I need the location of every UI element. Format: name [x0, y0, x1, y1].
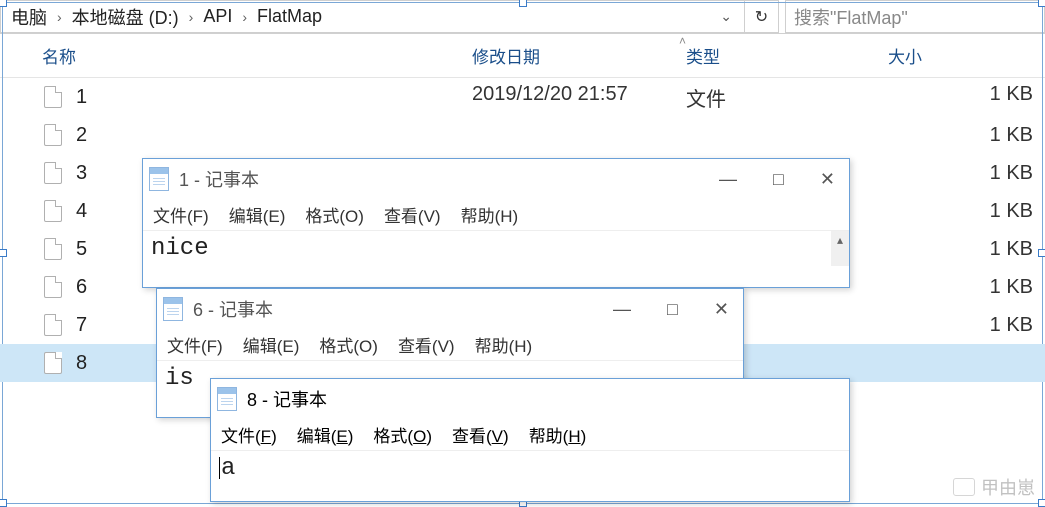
- menu-edit[interactable]: 编辑(E): [243, 332, 300, 357]
- file-size: 1 KB: [888, 238, 1045, 261]
- refresh-button[interactable]: ↻: [745, 0, 779, 33]
- file-name: 1: [76, 86, 87, 109]
- menubar: 文件(F) 编辑(E) 格式(O) 查看(V) 帮助(H): [157, 329, 743, 361]
- menu-file[interactable]: 文件(F): [167, 332, 223, 357]
- file-size: 1 KB: [888, 276, 1045, 299]
- file-icon: [44, 124, 62, 146]
- file-name: 5: [76, 238, 87, 261]
- menu-view[interactable]: 查看(V): [384, 202, 441, 227]
- menu-file[interactable]: 文件(F): [221, 422, 277, 447]
- text-caret: [219, 457, 220, 479]
- file-name: 3: [76, 162, 87, 185]
- text-content: is: [165, 365, 194, 392]
- file-row[interactable]: 1 2019/12/20 21:57文件1 KB: [0, 78, 1045, 116]
- text-content: nice: [151, 235, 209, 262]
- scrollbar[interactable]: ▴: [831, 231, 849, 266]
- file-row[interactable]: 2 1 KB: [0, 116, 1045, 154]
- menu-help[interactable]: 帮助(H): [475, 332, 533, 357]
- text-content: a: [221, 455, 235, 482]
- chevron-right-icon: ›: [55, 9, 64, 25]
- search-placeholder: 搜索"FlatMap": [794, 4, 908, 30]
- close-button[interactable]: ✕: [714, 299, 729, 320]
- window-title: 6 - 记事本: [193, 296, 273, 322]
- menubar: 文件(F) 编辑(E) 格式(O) 查看(V) 帮助(H): [211, 419, 849, 451]
- file-icon: [44, 162, 62, 184]
- menu-edit[interactable]: 编辑(E): [229, 202, 286, 227]
- chevron-right-icon: ›: [240, 9, 249, 25]
- notepad-icon: [163, 297, 183, 321]
- menu-format[interactable]: 格式(O): [319, 332, 378, 357]
- close-button[interactable]: ✕: [820, 169, 835, 190]
- crumb-flatmap[interactable]: FlatMap: [253, 6, 326, 27]
- menubar: 文件(F) 编辑(E) 格式(O) 查看(V) 帮助(H): [143, 199, 849, 231]
- titlebar[interactable]: 8 - 记事本: [211, 379, 849, 419]
- menu-edit[interactable]: 编辑(E): [297, 422, 354, 447]
- file-name: 2: [76, 124, 87, 147]
- window-title: 8 - 记事本: [247, 386, 327, 412]
- scroll-up-icon[interactable]: ▴: [831, 231, 849, 249]
- file-icon: [44, 238, 62, 260]
- file-name: 4: [76, 200, 87, 223]
- crumb-api[interactable]: API: [199, 6, 236, 27]
- watermark-text: 甲由崽: [981, 474, 1035, 500]
- address-bar: 电脑 › 本地磁盘 (D:) › API › FlatMap ⌄ ↻ 搜索"Fl…: [0, 0, 1045, 34]
- titlebar[interactable]: 6 - 记事本 — □ ✕: [157, 289, 743, 329]
- file-name: 8: [76, 352, 87, 375]
- maximize-button[interactable]: □: [667, 299, 678, 320]
- menu-format[interactable]: 格式(O): [305, 202, 364, 227]
- notepad-icon: [149, 167, 169, 191]
- menu-file[interactable]: 文件(F): [153, 202, 209, 227]
- search-input[interactable]: 搜索"FlatMap": [785, 0, 1045, 33]
- sort-indicator-icon: ˄: [160, 34, 1045, 48]
- wechat-icon: [953, 478, 975, 496]
- file-name: 7: [76, 314, 87, 337]
- file-size: 1 KB: [888, 200, 1045, 223]
- file-icon: [44, 276, 62, 298]
- menu-format[interactable]: 格式(O): [373, 422, 432, 447]
- file-size: 1 KB: [888, 162, 1045, 185]
- file-size: 1 KB: [888, 83, 1045, 112]
- file-icon: [44, 86, 62, 108]
- file-type: 文件: [686, 83, 888, 112]
- maximize-button[interactable]: □: [773, 169, 784, 190]
- notepad-icon: [217, 387, 237, 411]
- menu-view[interactable]: 查看(V): [452, 422, 509, 447]
- menu-help[interactable]: 帮助(H): [461, 202, 519, 227]
- file-icon: [44, 200, 62, 222]
- notepad-window-8[interactable]: 8 - 记事本 文件(F) 编辑(E) 格式(O) 查看(V) 帮助(H) a: [210, 378, 850, 502]
- file-icon: [44, 314, 62, 336]
- titlebar[interactable]: 1 - 记事本 — □ ✕: [143, 159, 849, 199]
- file-icon: [44, 352, 62, 374]
- chevron-right-icon: ›: [187, 9, 196, 25]
- file-size: 1 KB: [888, 124, 1045, 147]
- text-area[interactable]: a: [211, 451, 849, 486]
- crumb-drive[interactable]: 本地磁盘 (D:): [68, 4, 183, 30]
- breadcrumb[interactable]: 电脑 › 本地磁盘 (D:) › API › FlatMap ⌄: [0, 0, 745, 33]
- file-date: 2019/12/20 21:57: [472, 83, 686, 112]
- menu-help[interactable]: 帮助(H): [529, 422, 587, 447]
- file-size: 1 KB: [888, 314, 1045, 337]
- file-name: 6: [76, 276, 87, 299]
- chevron-down-icon[interactable]: ⌄: [714, 8, 738, 25]
- window-title: 1 - 记事本: [179, 166, 259, 192]
- notepad-window-1[interactable]: 1 - 记事本 — □ ✕ 文件(F) 编辑(E) 格式(O) 查看(V) 帮助…: [142, 158, 850, 288]
- menu-view[interactable]: 查看(V): [398, 332, 455, 357]
- watermark: 甲由崽: [953, 474, 1035, 500]
- minimize-button[interactable]: —: [613, 299, 631, 320]
- text-area[interactable]: nice ▴: [143, 231, 849, 266]
- crumb-pc[interactable]: 电脑: [7, 4, 51, 30]
- minimize-button[interactable]: —: [719, 169, 737, 190]
